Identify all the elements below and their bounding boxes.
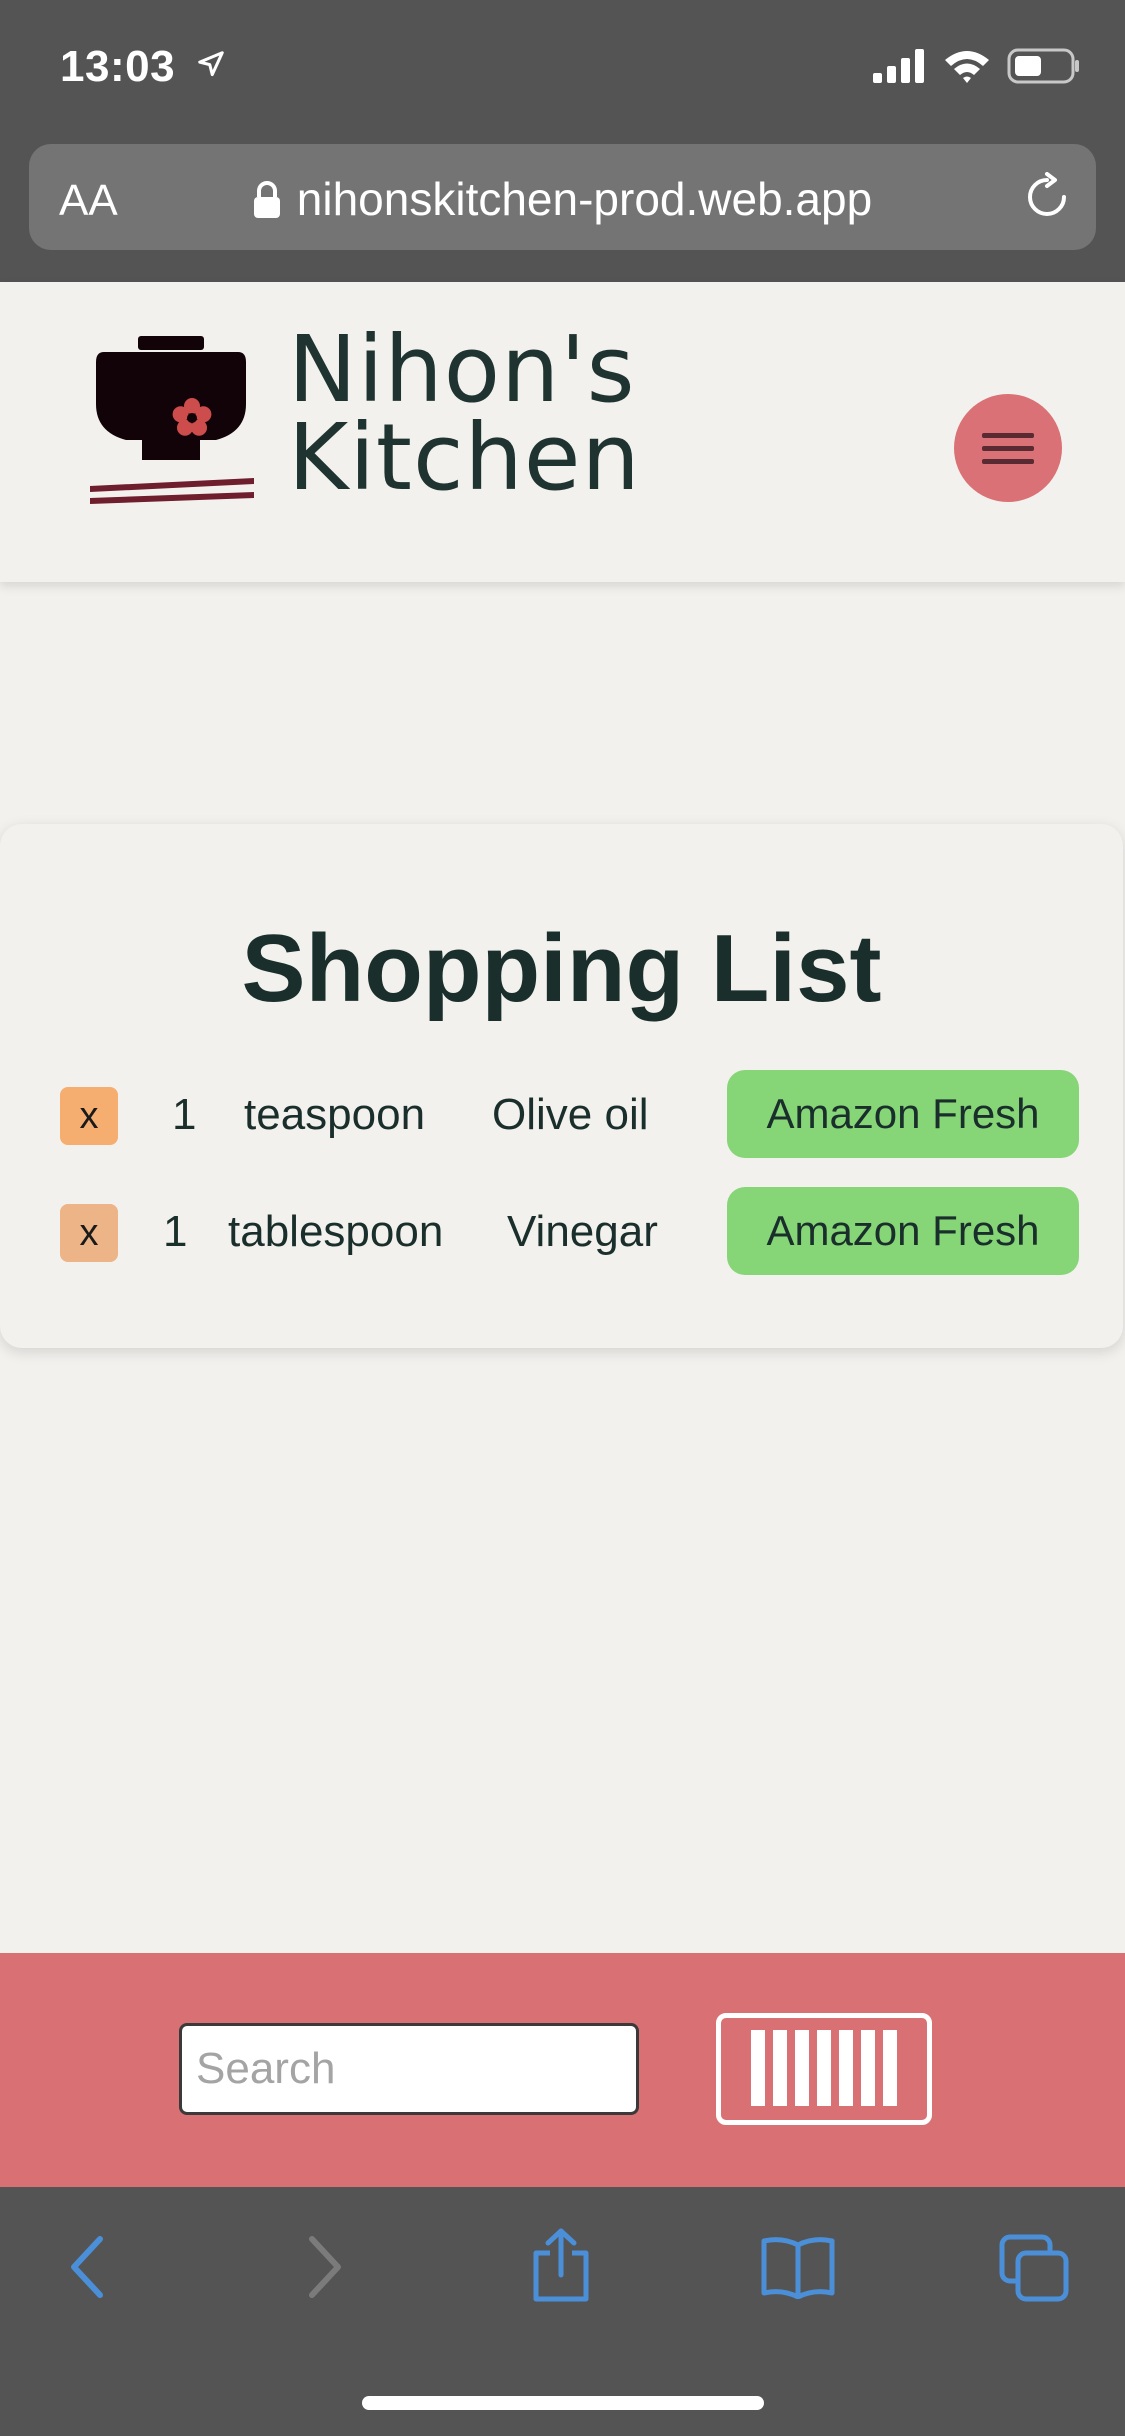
site-header: Nihon's Kitchen xyxy=(0,282,1125,582)
brand-name[interactable]: Nihon's Kitchen xyxy=(288,316,641,511)
bottom-search-bar xyxy=(0,1953,1125,2187)
amazon-fresh-button[interactable]: Amazon Fresh xyxy=(727,1187,1079,1275)
tabs-icon[interactable] xyxy=(998,2233,1070,2308)
shopping-list-item: x 1 teaspoon Olive oil Amazon Fresh xyxy=(0,1070,1123,1160)
bowl-logo-icon[interactable] xyxy=(86,336,256,521)
share-icon[interactable] xyxy=(530,2227,592,2308)
shopping-list-item: x 1 tablespoon Vinegar Amazon Fresh xyxy=(0,1187,1123,1277)
back-icon[interactable] xyxy=(66,2235,106,2304)
item-unit: teaspoon xyxy=(244,1090,426,1139)
url-field[interactable]: nihonskitchen-prod.web.app xyxy=(29,172,1096,230)
remove-item-button[interactable]: x xyxy=(60,1204,118,1262)
forward-icon[interactable] xyxy=(306,2235,346,2304)
brand-line-2: Kitchen xyxy=(288,404,641,511)
home-indicator[interactable] xyxy=(362,2396,764,2410)
browser-top-chrome: 13:03 AA nihonskitchen-prod.web.app xyxy=(0,0,1125,282)
shopping-list-card: Shopping List x 1 teaspoon Olive oil Ama… xyxy=(0,824,1123,1348)
status-time: 13:03 xyxy=(60,40,226,92)
bookmarks-icon[interactable] xyxy=(760,2235,836,2304)
amazon-fresh-button[interactable]: Amazon Fresh xyxy=(727,1070,1079,1158)
location-arrow-icon xyxy=(196,40,226,90)
item-unit: tablespoon xyxy=(228,1207,444,1256)
remove-item-button[interactable]: x xyxy=(60,1087,118,1145)
item-quantity: 1 xyxy=(163,1207,188,1256)
item-name: Olive oil xyxy=(492,1090,649,1139)
wifi-icon xyxy=(943,48,991,89)
reload-icon[interactable] xyxy=(1022,172,1072,227)
brand-line-1: Nihon's xyxy=(288,316,636,423)
lock-icon xyxy=(253,176,281,230)
status-time-text: 13:03 xyxy=(60,42,176,91)
address-bar[interactable]: AA nihonskitchen-prod.web.app xyxy=(29,144,1096,250)
cellular-signal-icon xyxy=(873,49,927,88)
hamburger-menu-icon xyxy=(982,425,1034,472)
item-name: Vinegar xyxy=(507,1207,658,1256)
barcode-scan-button[interactable] xyxy=(716,2013,932,2125)
page-title: Shopping List xyxy=(241,915,882,1022)
status-icons xyxy=(873,48,1081,89)
item-quantity: 1 xyxy=(172,1090,197,1139)
barcode-scanner-icon xyxy=(751,2029,897,2109)
url-text: nihonskitchen-prod.web.app xyxy=(296,173,873,225)
search-input[interactable] xyxy=(179,2023,639,2115)
battery-icon xyxy=(1007,48,1081,89)
menu-button[interactable] xyxy=(954,394,1062,502)
